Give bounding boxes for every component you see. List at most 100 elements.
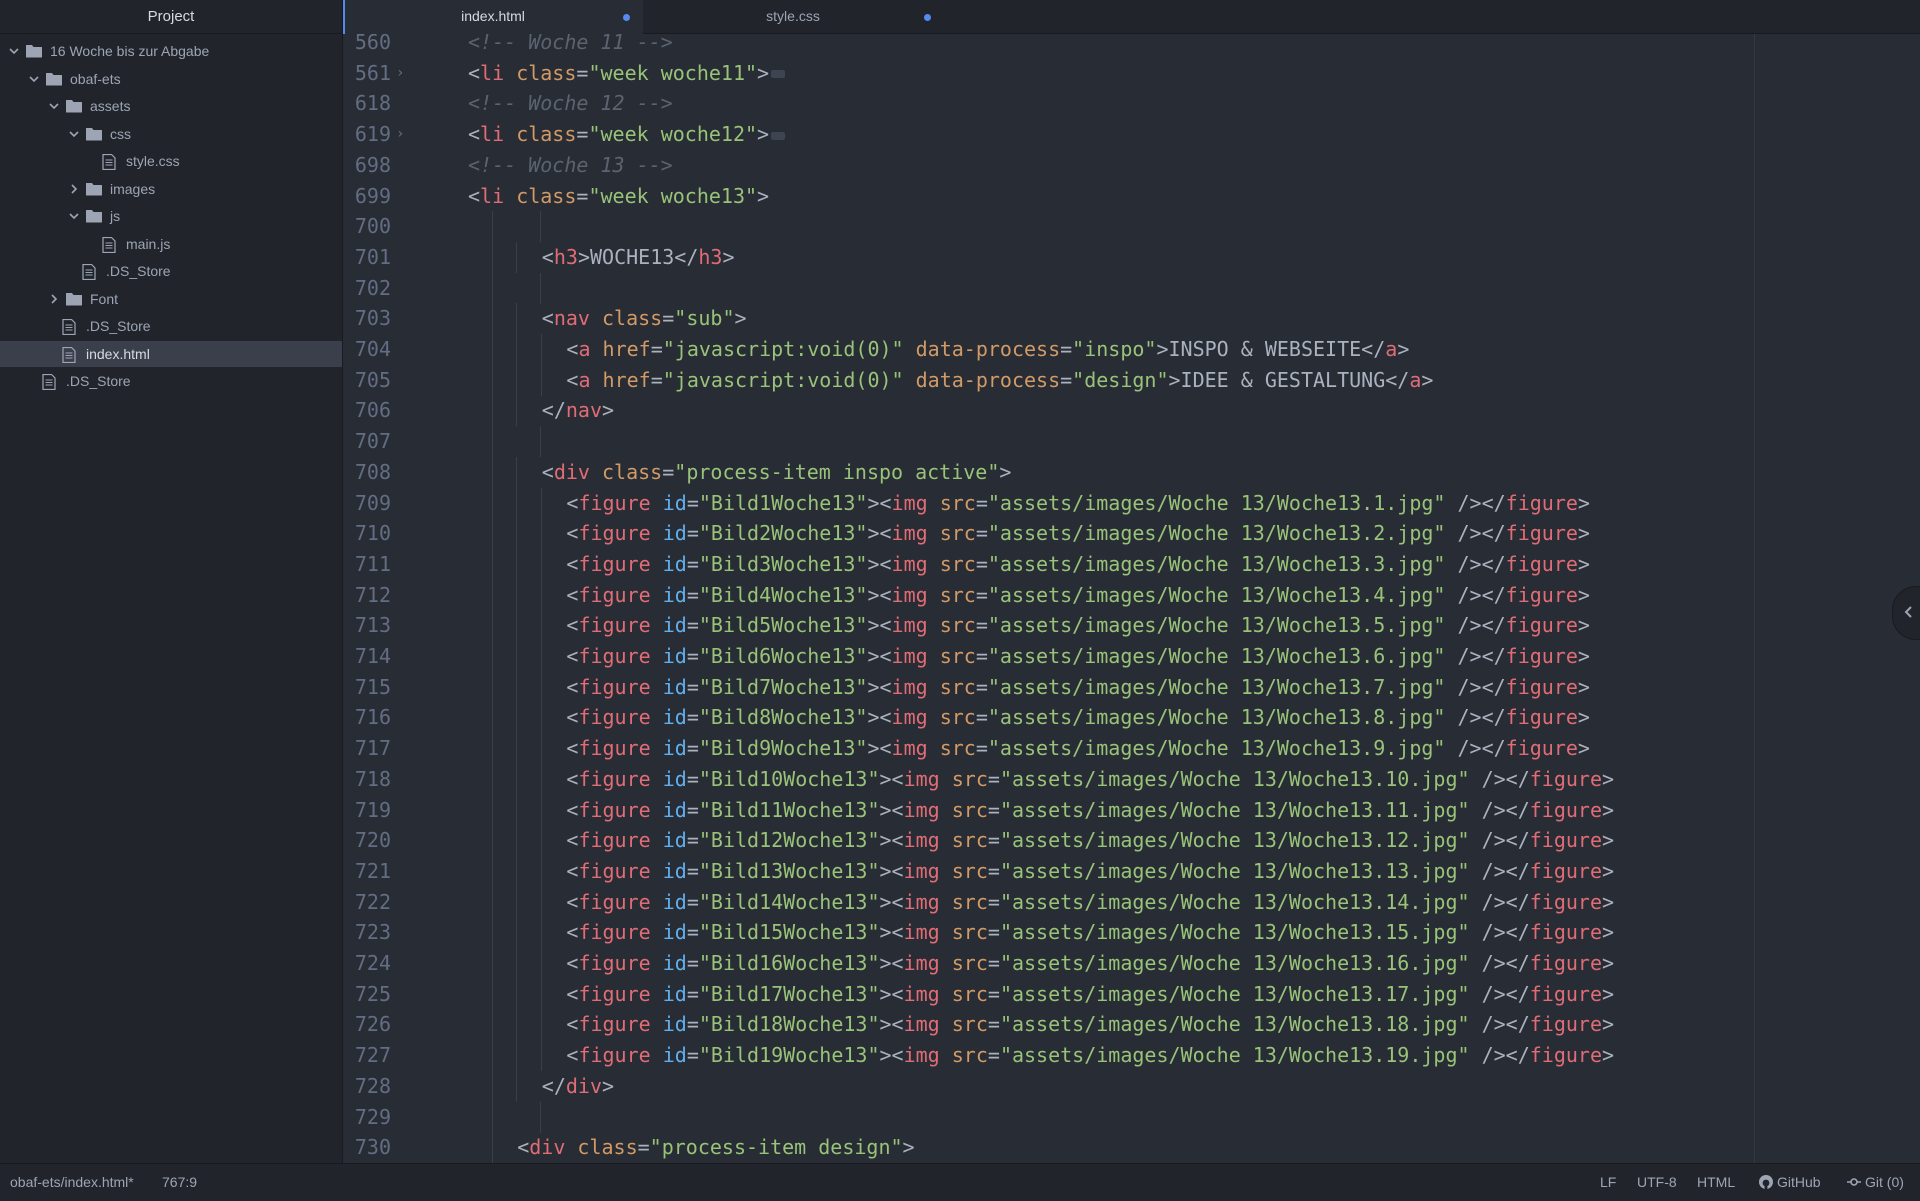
indent-guide xyxy=(540,794,542,826)
tree-folder[interactable]: assets xyxy=(0,93,342,119)
code-line[interactable]: 727 <figure id="Bild19Woche13"><img src="… xyxy=(343,1040,1920,1072)
code-line[interactable]: 703 <nav class="sub"> xyxy=(343,303,1920,335)
code-line[interactable]: 720 <figure id="Bild12Woche13"><img src="… xyxy=(343,825,1920,857)
code-line[interactable]: 717 <figure id="Bild9Woche13"><img src="a… xyxy=(343,733,1920,765)
code-line[interactable]: 710 <figure id="Bild2Woche13"><img src="a… xyxy=(343,518,1920,550)
fold-chevron-icon[interactable]: › xyxy=(396,58,404,89)
indent-guide xyxy=(516,825,518,857)
chevron-down-icon[interactable] xyxy=(28,73,40,85)
code-line[interactable]: 724 <figure id="Bild16Woche13"><img src="… xyxy=(343,948,1920,979)
code-line[interactable]: 719 <figure id="Bild11Woche13"><img src="… xyxy=(343,794,1920,826)
tree-file[interactable]: .DS_Store xyxy=(0,368,342,394)
indent-guide xyxy=(540,702,542,734)
chevron-down-icon[interactable] xyxy=(68,128,80,140)
code-line[interactable]: 712 <figure id="Bild4Woche13"><img src="a… xyxy=(343,579,1920,611)
code-line[interactable]: 714 <figure id="Bild6Woche13"><img src="a… xyxy=(343,641,1920,672)
indent-guide xyxy=(540,855,542,887)
code-line[interactable]: 711 <figure id="Bild3Woche13"><img src="a… xyxy=(343,548,1920,580)
tab-style-css[interactable]: style.css xyxy=(643,0,943,33)
indent-guide xyxy=(540,426,542,458)
tree-file[interactable]: style.css xyxy=(0,148,342,174)
code-line[interactable]: 722 <figure id="Bild14Woche13"><img src="… xyxy=(343,886,1920,918)
indent-guide xyxy=(492,1040,494,1072)
code-line[interactable]: 705 <a href="javascript:void(0)" data-pro… xyxy=(343,364,1920,396)
folded-ellipsis-icon[interactable] xyxy=(771,70,786,79)
chevron-down-icon[interactable] xyxy=(68,210,80,222)
tree-item-label: css xyxy=(110,125,131,142)
tree-folder[interactable]: css xyxy=(0,121,342,147)
status-git[interactable]: Git (0) xyxy=(1846,1164,1904,1201)
code-line[interactable]: 699 <li class="week woche13"> xyxy=(343,181,1920,212)
tree-file[interactable]: main.js xyxy=(0,231,342,257)
status-bar: obaf-ets/index.html* 767:9 LF UTF-8 HTML… xyxy=(0,1163,1920,1201)
status-encoding[interactable]: UTF-8 xyxy=(1637,1164,1677,1201)
tree-folder[interactable]: images xyxy=(0,176,342,202)
code-line[interactable]: 723 <figure id="Bild15Woche13"><img src="… xyxy=(343,917,1920,949)
code-line[interactable]: 709 <figure id="Bild1Woche13"><img src="a… xyxy=(343,487,1920,519)
status-grammar[interactable]: HTML xyxy=(1697,1164,1735,1201)
line-number: 716 xyxy=(354,705,391,730)
tree-file[interactable]: .DS_Store xyxy=(0,313,342,339)
code-line[interactable]: 725 <figure id="Bild17Woche13"><img src="… xyxy=(343,978,1920,1010)
chevron-right-icon[interactable] xyxy=(48,293,60,305)
line-number: 718 xyxy=(354,766,391,791)
tree-folder[interactable]: 16 Woche bis zur Abgabe xyxy=(0,38,342,64)
indent-guide xyxy=(516,1070,518,1102)
code-line[interactable]: 619 › <li class="week woche12"> xyxy=(343,119,1920,150)
code-line[interactable]: 698 <!-- Woche 13 --> xyxy=(343,150,1920,181)
code-line[interactable]: 701 <h3>WOCHE13</h3> xyxy=(343,241,1920,273)
folded-ellipsis-icon[interactable] xyxy=(771,131,786,140)
folder-icon xyxy=(66,292,82,306)
indent-guide xyxy=(516,917,518,949)
code-line[interactable]: 726 <figure id="Bild18Woche13"><img src="… xyxy=(343,1009,1920,1041)
code-line[interactable]: 707 xyxy=(343,426,1920,458)
code-text: <li class="week woche13"> xyxy=(468,183,770,208)
indent-guide xyxy=(516,794,518,826)
line-number: 730 xyxy=(354,1135,391,1160)
tree-item-label: .DS_Store xyxy=(66,373,131,389)
tree-folder[interactable]: obaf-ets xyxy=(0,66,342,92)
code-line[interactable]: 728 </div> xyxy=(343,1070,1920,1102)
code-line[interactable]: 708 <div class="process-item inspo active… xyxy=(343,456,1920,488)
indent-guide xyxy=(492,641,494,672)
tree-folder[interactable]: Font xyxy=(0,286,342,312)
code-line[interactable]: 704 <a href="javascript:void(0)" data-pro… xyxy=(343,334,1920,365)
code-text: <figure id="Bild18Woche13"><img src="ass… xyxy=(566,1012,1615,1037)
code-line[interactable]: 618 <!-- Woche 12 --> xyxy=(343,88,1920,119)
code-line[interactable]: 729 xyxy=(343,1101,1920,1133)
indent-guide xyxy=(516,702,518,734)
code-line[interactable]: 713 <figure id="Bild5Woche13"><img src="a… xyxy=(343,610,1920,642)
chevron-right-icon[interactable] xyxy=(68,183,80,195)
code-line[interactable]: 706 </nav> xyxy=(343,395,1920,427)
tree-folder[interactable]: js xyxy=(0,203,342,229)
status-file-path[interactable]: obaf-ets/index.html* xyxy=(10,1164,134,1201)
code-text: </div> xyxy=(541,1073,615,1098)
code-line[interactable]: 716 <figure id="Bild8Woche13"><img src="a… xyxy=(343,702,1920,734)
tree-file[interactable]: .DS_Store xyxy=(0,258,342,284)
code-line[interactable]: 700 xyxy=(343,211,1920,243)
code-line[interactable]: 718 <figure id="Bild10Woche13"><img src="… xyxy=(343,763,1920,795)
indent-guide xyxy=(492,303,494,335)
tree-file[interactable]: index.html xyxy=(0,340,342,367)
code-line[interactable]: 730 <div class="process-item design"> xyxy=(343,1132,1920,1163)
indent-guide xyxy=(492,794,494,826)
chevron-down-icon[interactable] xyxy=(48,100,60,112)
status-cursor-position[interactable]: 767:9 xyxy=(162,1164,197,1201)
indent-guide xyxy=(492,1009,494,1041)
fold-chevron-icon[interactable]: › xyxy=(396,119,404,150)
code-line[interactable]: 560 <!-- Woche 11 --> xyxy=(343,34,1920,58)
code-line[interactable]: 702 xyxy=(343,272,1920,304)
line-number: 719 xyxy=(354,797,391,822)
code-editor[interactable]: 560 <!-- Woche 11 --> 561 › <li class="week … xyxy=(343,34,1920,1163)
code-line[interactable]: 715 <figure id="Bild7Woche13"><img src="a… xyxy=(343,671,1920,703)
code-line[interactable]: 561 › <li class="week woche11"> xyxy=(343,58,1920,89)
chevron-down-icon[interactable] xyxy=(8,45,20,57)
indent-guide xyxy=(492,579,494,611)
code-text: <a href="javascript:void(0)" data-proces… xyxy=(566,337,1410,361)
status-line-ending[interactable]: LF xyxy=(1600,1164,1616,1201)
code-text: <figure id="Bild8Woche13"><img src="asse… xyxy=(566,705,1590,730)
indent-guide xyxy=(516,364,518,396)
code-line[interactable]: 721 <figure id="Bild13Woche13"><img src="… xyxy=(343,855,1920,887)
status-github[interactable]: GitHub xyxy=(1758,1164,1821,1201)
tab-index-html[interactable]: index.html xyxy=(343,0,643,34)
